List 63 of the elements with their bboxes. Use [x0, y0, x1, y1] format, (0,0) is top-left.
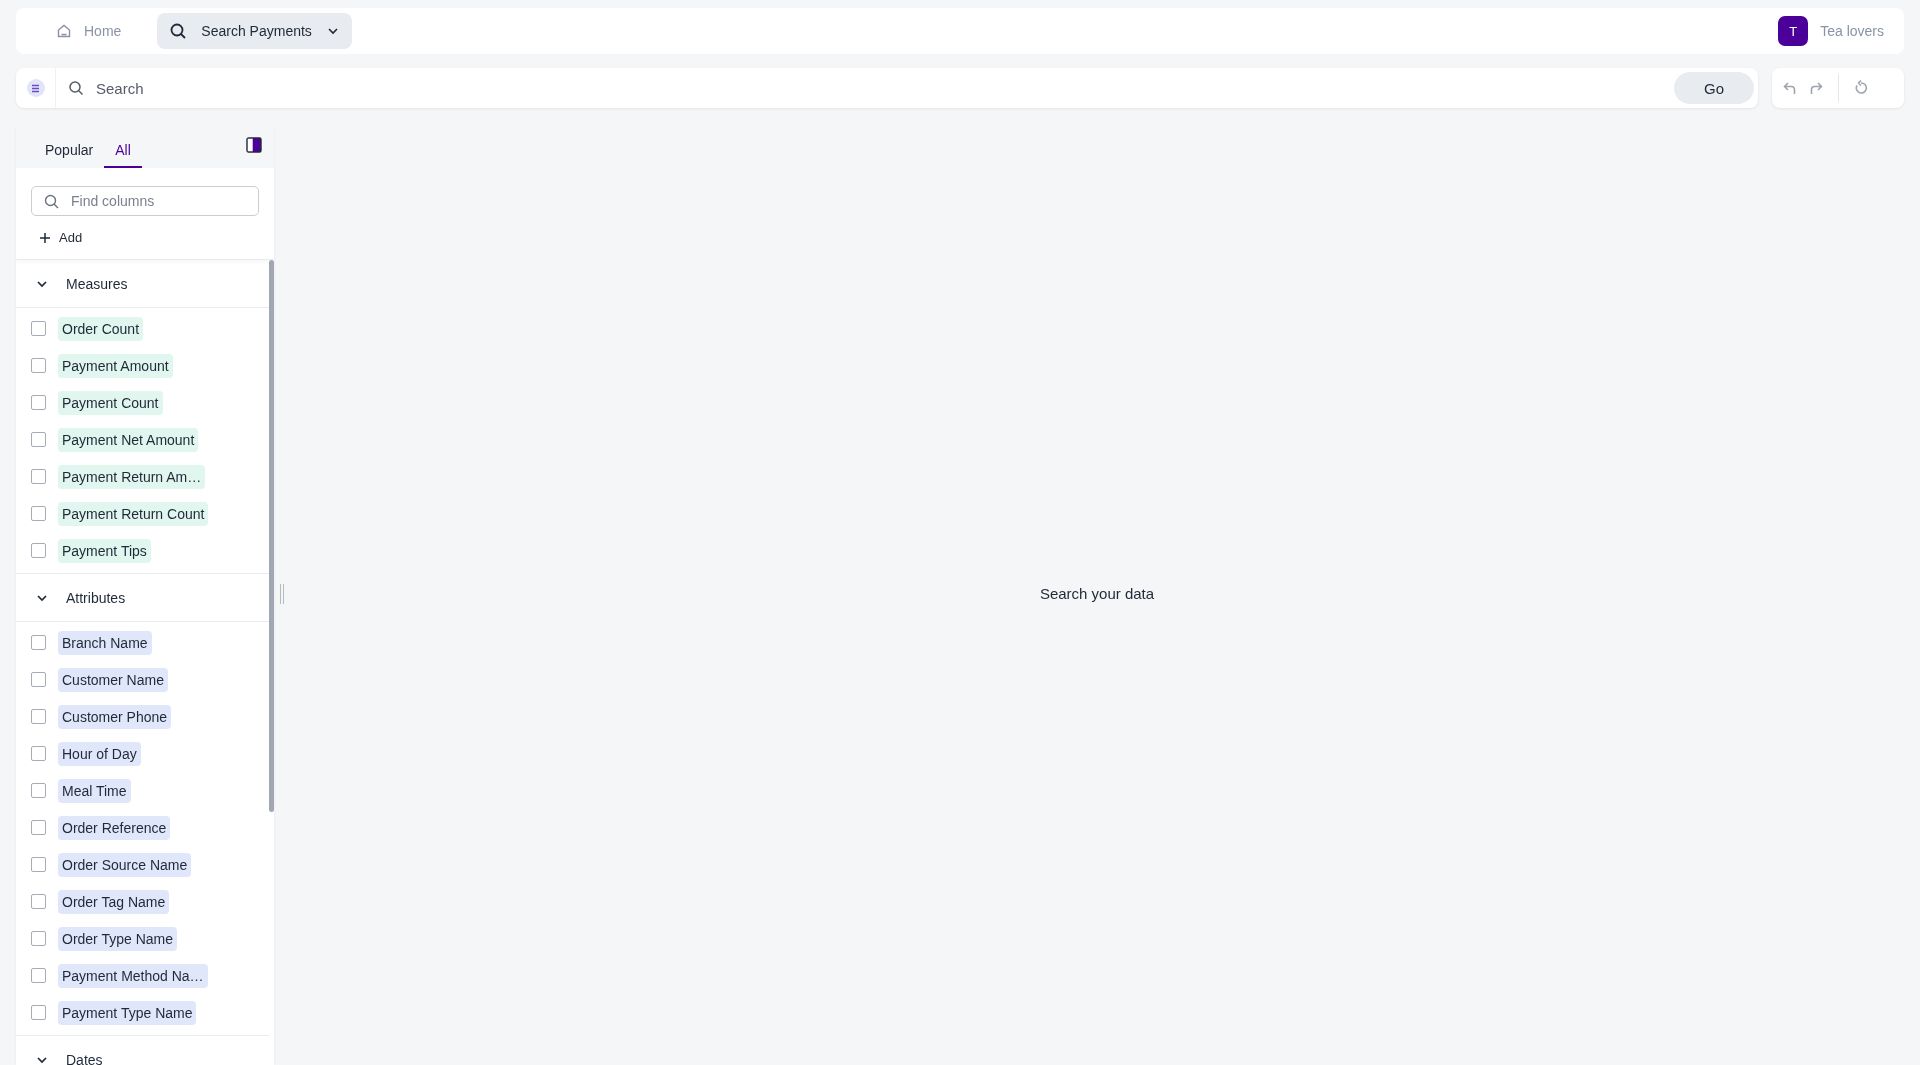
search-payments-tab[interactable]: Search Payments — [157, 13, 352, 49]
add-button[interactable]: Add — [31, 226, 91, 249]
checkbox[interactable] — [31, 931, 46, 946]
column-chip[interactable]: Order Source Name — [58, 852, 192, 877]
checkbox[interactable] — [31, 783, 46, 798]
checkbox[interactable] — [31, 635, 46, 650]
refresh-icon — [1853, 80, 1869, 96]
column-chip[interactable]: Payment Net Amount — [58, 427, 199, 452]
empty-state-message: Search your data — [1038, 585, 1156, 602]
column-chip[interactable]: Payment Tips — [58, 538, 151, 563]
column-chip[interactable]: Order Tag Name — [58, 889, 170, 914]
checkbox[interactable] — [31, 321, 46, 336]
checkbox[interactable] — [31, 469, 46, 484]
column-chip[interactable]: Customer Phone — [58, 704, 172, 729]
panel-toggle-icon[interactable] — [246, 137, 262, 153]
redo-button[interactable] — [1808, 80, 1824, 96]
checkbox[interactable] — [31, 746, 46, 761]
column-chip[interactable]: Payment Count — [58, 390, 163, 415]
checkbox[interactable] — [31, 968, 46, 983]
search-icon — [68, 80, 84, 96]
search-icon — [44, 193, 59, 209]
search-field[interactable]: Search — [94, 78, 1674, 98]
column-chip[interactable]: Order Reference — [58, 815, 171, 840]
redo-icon — [1808, 80, 1824, 96]
column-chip[interactable]: Branch Name — [58, 630, 152, 655]
search-bar[interactable]: Search Go — [16, 68, 1758, 108]
resize-handle[interactable] — [280, 583, 284, 604]
checkbox[interactable] — [31, 894, 46, 909]
undo-icon — [1782, 80, 1798, 96]
checkbox[interactable] — [31, 1005, 46, 1020]
panel-tab[interactable]: All — [104, 142, 142, 168]
column-chip[interactable]: Payment Type Name — [58, 1000, 197, 1025]
menu-icon[interactable] — [26, 79, 45, 97]
column-chip[interactable]: Hour of Day — [58, 741, 141, 766]
plus-icon — [39, 231, 51, 244]
checkbox[interactable] — [31, 358, 46, 373]
column-chip[interactable]: Payment Return Am… — [58, 464, 206, 489]
checkbox[interactable] — [31, 672, 46, 687]
column-chip[interactable]: Payment Amount — [58, 353, 173, 378]
reset-button[interactable] — [1853, 80, 1869, 96]
organization-switcher[interactable]: T Tea lovers — [1778, 16, 1884, 46]
checkbox[interactable] — [31, 432, 46, 447]
checkbox[interactable] — [31, 857, 46, 872]
column-chip[interactable]: Order Type Name — [58, 926, 177, 951]
checkbox[interactable] — [31, 543, 46, 558]
checkbox[interactable] — [31, 820, 46, 835]
column-chip[interactable]: Meal Time — [58, 778, 131, 803]
checkbox[interactable] — [31, 506, 46, 521]
column-chip[interactable]: Order Count — [58, 316, 144, 341]
undo-button[interactable] — [1782, 80, 1798, 96]
checkbox[interactable] — [31, 395, 46, 410]
organization-avatar: T — [1778, 16, 1809, 46]
column-chip[interactable]: Customer Name — [58, 667, 168, 692]
panel-tab[interactable]: Popular — [34, 142, 105, 168]
find-columns-box[interactable]: Find columns — [31, 186, 259, 216]
search-icon — [169, 22, 188, 40]
home-icon — [56, 23, 72, 39]
column-chip[interactable]: Payment Method Na… — [58, 963, 208, 988]
checkbox[interactable] — [31, 709, 46, 724]
column-chip[interactable]: Payment Return Count — [58, 501, 209, 526]
go-button[interactable]: Go — [1674, 72, 1754, 104]
scrollbar-thumb[interactable] — [269, 260, 274, 812]
section-header[interactable]: Dates — [16, 1036, 269, 1065]
